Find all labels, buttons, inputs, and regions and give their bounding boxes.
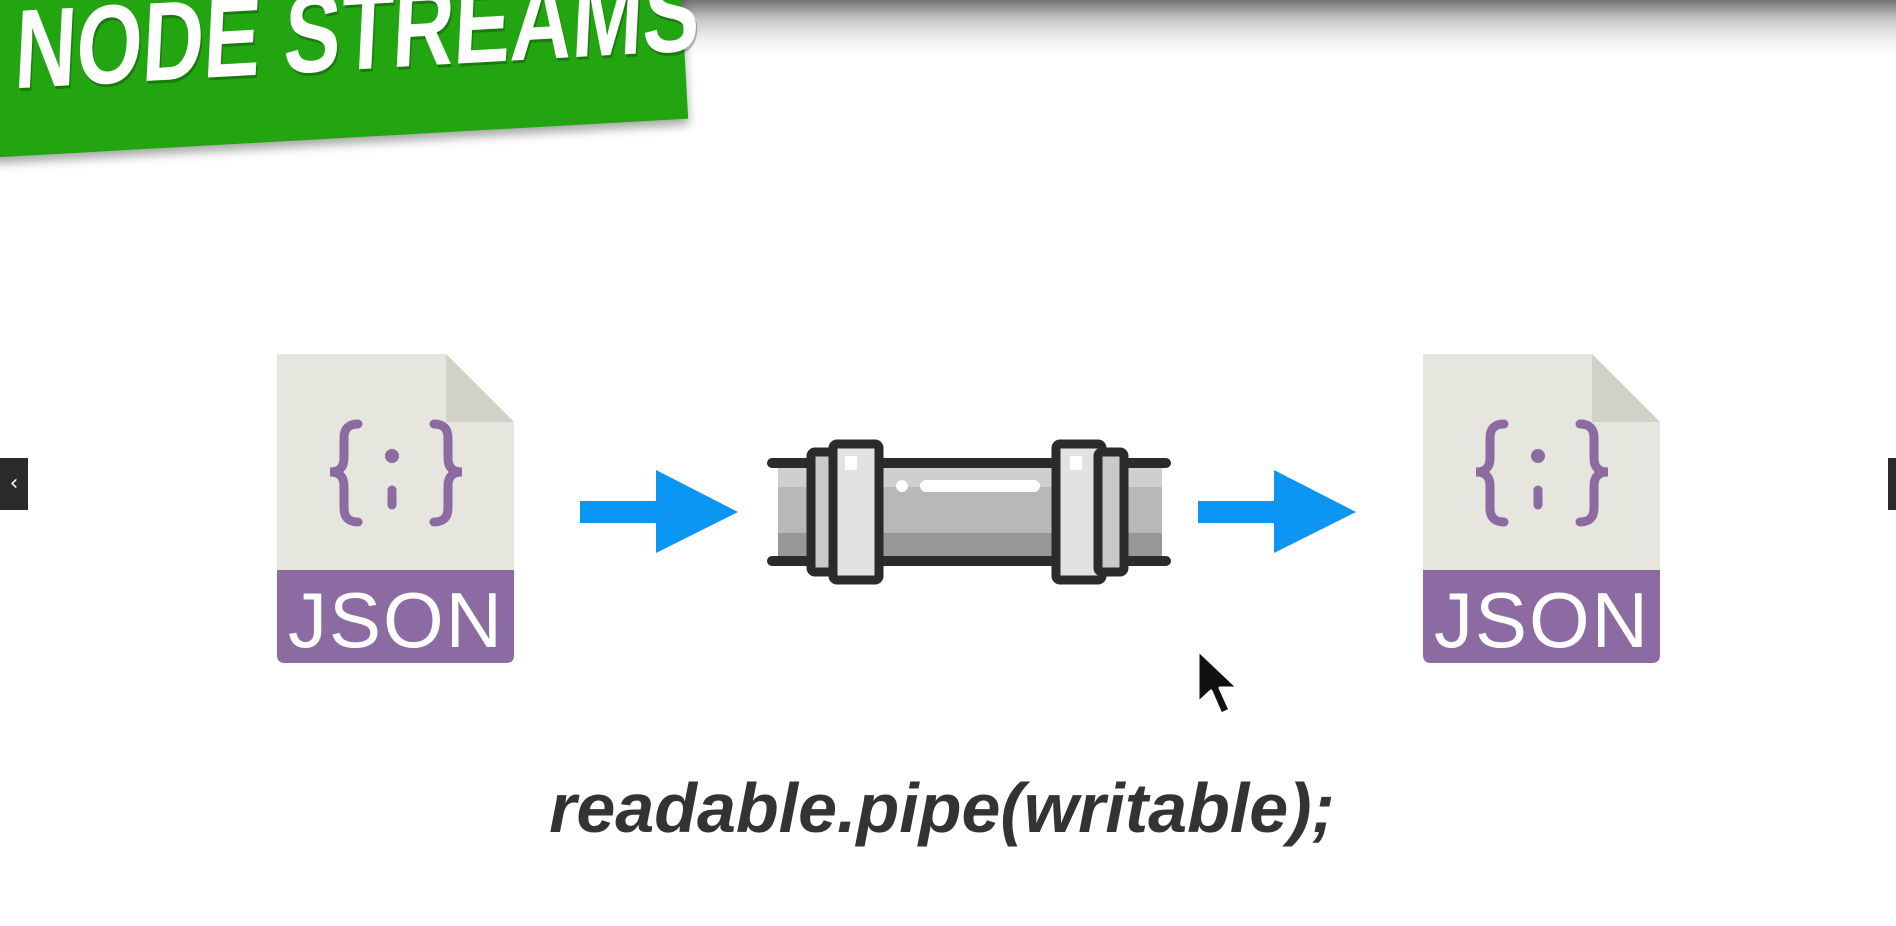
code-snippet: readable.pipe(writable); xyxy=(549,769,1335,847)
source-json-file-icon: JSON xyxy=(277,354,514,664)
next-slide-button[interactable] xyxy=(1888,458,1896,510)
target-json-file-icon: JSON xyxy=(1423,354,1660,664)
slide: NODE STREAMS JSON JSON readable.pipe(wri… xyxy=(0,0,1896,926)
brace-dot xyxy=(385,449,399,463)
mouse-pointer-icon xyxy=(1196,648,1240,716)
pipe-icon xyxy=(767,439,1171,585)
right-arrow-icon xyxy=(1198,470,1356,553)
chevron-left-icon: ‹ xyxy=(9,471,19,496)
right-arrow-icon xyxy=(580,470,738,553)
previous-slide-button[interactable]: ‹ xyxy=(0,458,28,510)
brace-dot xyxy=(1531,449,1545,463)
source-file-label: JSON xyxy=(288,576,504,664)
target-file-label: JSON xyxy=(1434,576,1650,664)
